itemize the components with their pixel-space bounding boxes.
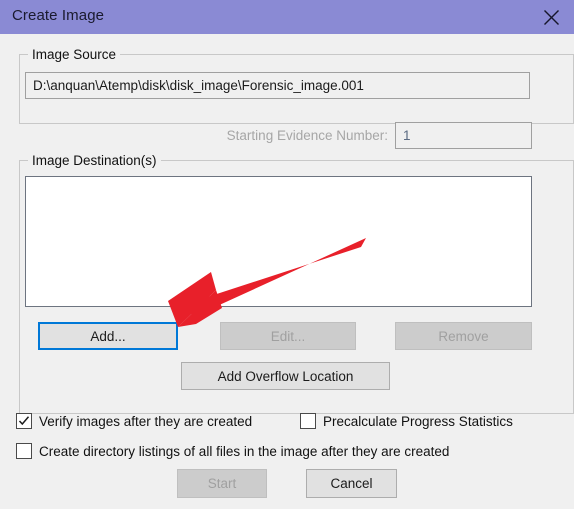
- remove-button: Remove: [395, 322, 532, 350]
- checkbox-precalculate-progress[interactable]: Precalculate Progress Statistics: [300, 413, 513, 429]
- empty-checkbox-icon: [16, 443, 32, 459]
- title-bar: Create Image: [0, 0, 574, 34]
- add-button[interactable]: Add...: [38, 322, 178, 350]
- image-source-legend: Image Source: [28, 47, 121, 62]
- checkmark-icon: [16, 413, 32, 429]
- starting-evidence-number-label: Starting Evidence Number:: [226, 128, 388, 143]
- add-overflow-location-button[interactable]: Add Overflow Location: [181, 362, 390, 390]
- starting-evidence-number-input[interactable]: 1: [395, 122, 532, 149]
- source-path-input[interactable]: D:\anquan\Atemp\disk\disk_image\Forensic…: [25, 72, 530, 99]
- start-button: Start: [177, 469, 267, 498]
- window-title: Create Image: [12, 7, 105, 24]
- destination-list[interactable]: [25, 176, 532, 307]
- checkbox-precalculate-progress-label: Precalculate Progress Statistics: [323, 413, 513, 429]
- empty-checkbox-icon: [300, 413, 316, 429]
- create-image-dialog: Create Image Image Source D:\anquan\Atem…: [0, 0, 574, 509]
- checkbox-create-directory-listings-label: Create directory listings of all files i…: [39, 443, 450, 459]
- image-destinations-legend: Image Destination(s): [28, 153, 161, 168]
- cancel-button[interactable]: Cancel: [306, 469, 397, 498]
- checkbox-verify-images-label: Verify images after they are created: [39, 413, 253, 429]
- close-icon[interactable]: [528, 0, 574, 34]
- checkbox-verify-images[interactable]: Verify images after they are created: [16, 413, 252, 429]
- checkbox-create-directory-listings[interactable]: Create directory listings of all files i…: [16, 443, 449, 459]
- edit-button: Edit...: [220, 322, 356, 350]
